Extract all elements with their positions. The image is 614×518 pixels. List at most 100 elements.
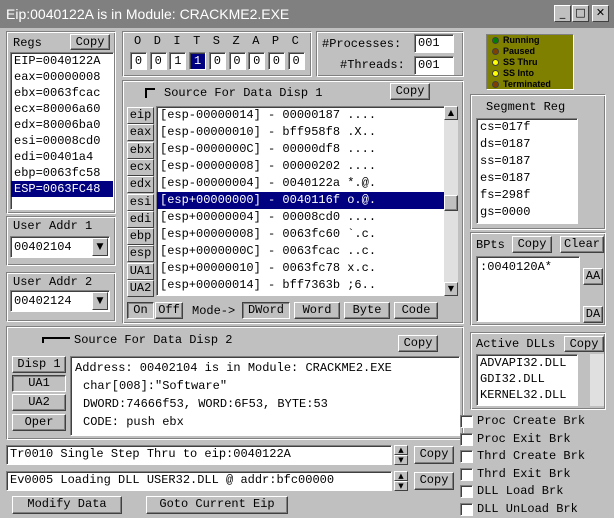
segment-row: gs=0000 (480, 205, 531, 219)
memory-row[interactable]: [esp-00000008] - 00000202 .... (157, 158, 445, 175)
flag-value[interactable]: 0 (149, 52, 167, 70)
disp1-on-button[interactable]: On (127, 302, 154, 319)
source-button[interactable]: eip (127, 107, 154, 124)
mode-label: Mode-> (192, 304, 236, 318)
break-checkbox[interactable] (460, 502, 473, 516)
goto-current-eip-button[interactable]: Goto Current Eip (146, 496, 288, 514)
memory-row[interactable]: [esp-00000014] - 00000187 .... (157, 107, 445, 124)
register-row[interactable]: esi=00008cd0 (11, 133, 113, 149)
user-addr2-value: 00402124 (14, 294, 72, 308)
register-row[interactable]: EIP=0040122A (11, 53, 113, 69)
spin-up-icon[interactable]: ▲ (394, 471, 408, 481)
bpts-aa-button[interactable]: AA (583, 268, 603, 285)
regs-copy-button[interactable]: Copy (70, 34, 110, 50)
register-row[interactable]: ESP=0063FC48 (11, 181, 113, 197)
bpts-da-button[interactable]: DA (583, 306, 603, 323)
disp1-copy-button[interactable]: Copy (390, 83, 430, 100)
dlls-copy-button[interactable]: Copy (564, 336, 604, 352)
flag-value[interactable]: 1 (169, 52, 187, 70)
chevron-down-icon[interactable]: ▼ (92, 238, 108, 256)
memory-row[interactable]: [esp+00000004] - 00008cd0 .... (157, 209, 445, 226)
flag-value[interactable]: 0 (228, 52, 246, 70)
user-addr2-combo[interactable]: 00402124 ▼ (10, 290, 110, 312)
memory-row[interactable]: [esp+00000000] - 0040116f o.@. (157, 192, 445, 209)
disp2-source-button[interactable]: UA2 (12, 394, 66, 411)
disp2-copy-button[interactable]: Copy (398, 335, 438, 352)
register-row[interactable]: ebp=0063fc58 (11, 165, 113, 181)
source-button[interactable]: edx (127, 176, 154, 194)
break-option-label: DLL UnLoad Brk (477, 501, 578, 516)
memory-row[interactable]: [esp+00000014] - bff7363b ;6.. (157, 277, 445, 294)
break-checkbox[interactable] (460, 432, 473, 446)
register-row[interactable]: edx=80006ba0 (11, 117, 113, 133)
bpts-copy-button[interactable]: Copy (512, 236, 552, 253)
memory-row[interactable]: [esp-0000000C] - 00000df8 .... (157, 141, 445, 158)
break-checkbox[interactable] (460, 450, 473, 463)
dll-row[interactable]: ADVAPI32.DLL (477, 355, 577, 371)
mode-button[interactable]: Code (394, 302, 438, 319)
regs-list[interactable]: EIP=0040122A eax=00000008 ebx=0063fcac ecx=… (10, 52, 114, 210)
disp1-memory-list[interactable]: [esp-00000014] - 00000187 .... [esp-00000… (156, 106, 446, 296)
close-button[interactable]: ✕ (592, 5, 609, 22)
status-line-1-copy-button[interactable]: Copy (414, 446, 454, 464)
register-row[interactable]: edi=00401a4 (11, 149, 113, 165)
status-line-2-copy-button[interactable]: Copy (414, 472, 454, 490)
spin-up-icon[interactable]: ▲ (394, 445, 408, 455)
break-checkbox[interactable] (460, 415, 473, 428)
memory-row[interactable]: [esp+0000000C] - 0063fcac ..c. (157, 243, 445, 260)
memory-row[interactable]: [esp-00000004] - 0040122a *.@. (157, 175, 445, 192)
flag-value[interactable]: 0 (248, 52, 266, 70)
source-button[interactable]: edi (127, 210, 154, 228)
user-addr1-value: 00402104 (14, 240, 72, 254)
spin-down-icon[interactable]: ▼ (394, 455, 408, 465)
chevron-down-icon[interactable]: ▼ (92, 292, 108, 310)
mode-button[interactable]: DWord (242, 302, 290, 319)
register-row[interactable]: eax=00000008 (11, 69, 113, 85)
register-row[interactable]: ecx=80006a60 (11, 101, 113, 117)
breakpoints-list[interactable]: :0040120A* (476, 256, 580, 322)
source-button[interactable]: UA2 (127, 280, 154, 297)
dlls-list[interactable]: ADVAPI32.DLL GDI32.DLL KERNEL32.DLL (476, 354, 578, 406)
source-button[interactable]: ebp (127, 228, 154, 246)
legend-item: Terminated (487, 79, 573, 90)
source-button[interactable]: ecx (127, 158, 154, 176)
disp2-source-button[interactable]: UA1 (12, 375, 66, 392)
break-checkbox[interactable] (460, 485, 473, 498)
flag-label: A (252, 34, 260, 48)
mode-button[interactable]: Word (294, 302, 340, 319)
source-button[interactable]: UA1 (127, 262, 154, 280)
flag-value[interactable]: 0 (130, 52, 147, 70)
scroll-thumb[interactable] (444, 195, 458, 211)
source-button[interactable]: esp (127, 245, 154, 263)
break-checkbox[interactable] (460, 467, 473, 481)
dlls-scrollbar[interactable] (590, 354, 604, 406)
user-addr1-combo[interactable]: 00402104 ▼ (10, 236, 110, 258)
breakpoint-row[interactable]: :0040120A* (477, 259, 579, 275)
mode-button[interactable]: Byte (344, 302, 390, 319)
modify-data-button[interactable]: Modify Data (12, 496, 122, 514)
memory-row[interactable]: [esp+00000008] - 0063fc60 `.c. (157, 226, 445, 243)
flag-value[interactable]: 0 (267, 52, 285, 70)
disp2-source-button[interactable]: Disp 1 (12, 356, 66, 373)
memory-row[interactable]: [esp-00000010] - bff958f8 .X.. (157, 124, 445, 141)
flag-value[interactable]: 1 (189, 52, 207, 70)
maximize-button[interactable]: □ (572, 5, 589, 22)
scroll-down-icon[interactable]: ▼ (444, 282, 458, 296)
flag-value[interactable]: 0 (208, 52, 226, 70)
minimize-button[interactable]: _ (554, 5, 571, 22)
bpts-clear-button[interactable]: Clear (560, 236, 604, 253)
disp1-off-button[interactable]: Off (155, 302, 183, 319)
register-row[interactable]: ebx=0063fcac (11, 85, 113, 101)
segment-list[interactable]: cs=017f ds=0187 ss=0187 es=0187 fs=298f gs=00… (476, 118, 578, 224)
scroll-up-icon[interactable]: ▲ (444, 106, 458, 120)
disp2-source-button[interactable]: Oper (12, 414, 66, 431)
source-button[interactable]: eax (127, 124, 154, 142)
spin-down-icon[interactable]: ▼ (394, 481, 408, 491)
processes-value: 001 (414, 34, 454, 53)
dll-row[interactable]: GDI32.DLL (477, 371, 577, 387)
memory-row[interactable]: [esp+00000010] - 0063fc78 x.c. (157, 260, 445, 277)
source-button[interactable]: ebx (127, 141, 154, 159)
dll-row[interactable]: KERNEL32.DLL (477, 387, 577, 403)
source-button[interactable]: esi (127, 193, 154, 211)
flag-value[interactable]: 0 (287, 52, 305, 70)
